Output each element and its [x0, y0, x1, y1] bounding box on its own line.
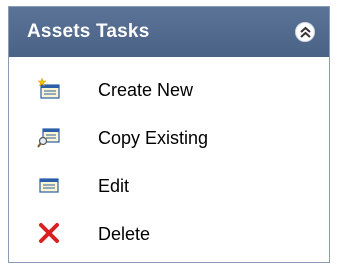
task-create-new[interactable]: Create New	[9, 67, 329, 115]
panel-title: Assets Tasks	[27, 21, 150, 42]
task-delete[interactable]: Delete	[9, 211, 329, 259]
collapse-button[interactable]	[295, 22, 315, 42]
task-label: Edit	[98, 176, 130, 196]
edit-record-icon	[39, 178, 59, 193]
copy-record-icon	[37, 128, 60, 148]
new-record-icon	[37, 77, 60, 99]
assets-tasks-panel: Assets Tasks Create New Copy Existing Ed…	[8, 6, 330, 263]
double-chevron-up-icon	[300, 26, 311, 38]
panel-header: Assets Tasks	[9, 7, 329, 57]
task-list: Create New Copy Existing Edit Delete	[9, 67, 329, 259]
task-label: Delete	[98, 224, 151, 244]
task-copy-existing[interactable]: Copy Existing	[9, 115, 329, 163]
delete-x-icon	[39, 223, 59, 243]
task-label: Copy Existing	[98, 128, 209, 148]
task-edit[interactable]: Edit	[9, 163, 329, 211]
task-label: Create New	[98, 80, 194, 100]
